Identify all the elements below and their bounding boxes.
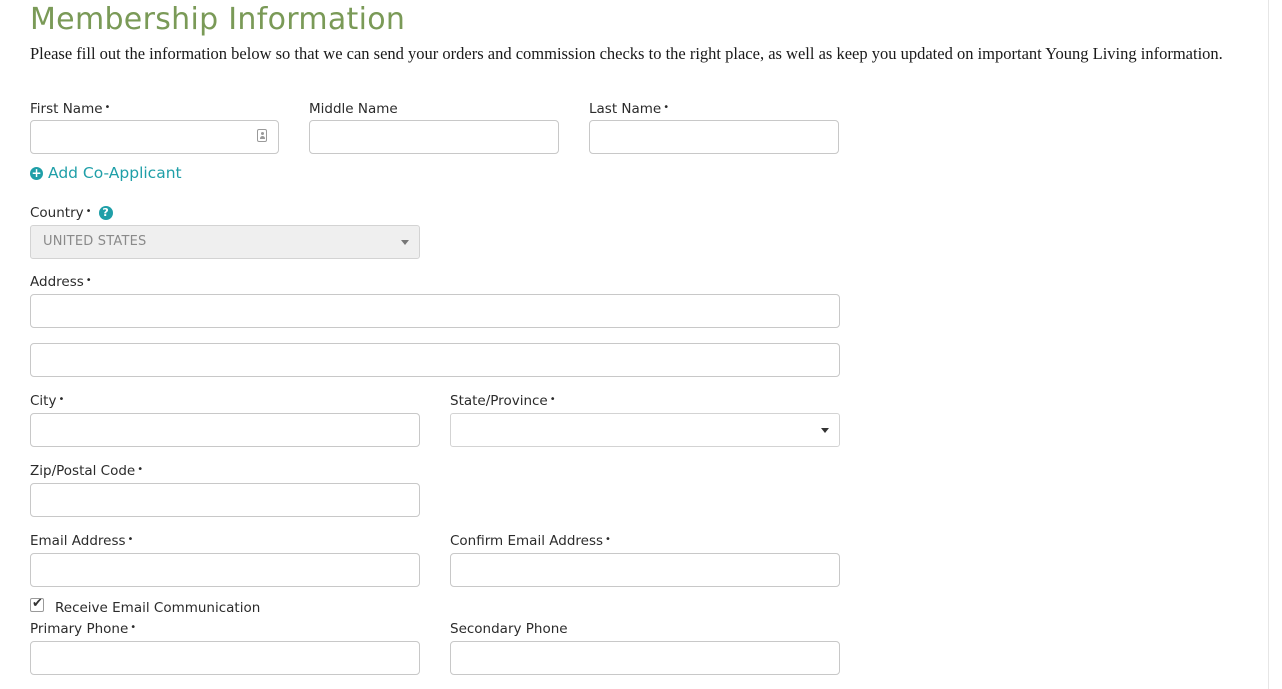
secondary-phone-label: Secondary Phone (450, 621, 568, 637)
last-name-field[interactable] (589, 120, 839, 154)
checkmark-icon: ✔ (32, 596, 43, 611)
plus-circle-icon: + (30, 165, 43, 180)
confirm-email-label: Confirm Email Address • (450, 533, 611, 549)
city-label: City • (30, 393, 65, 409)
contact-card-icon[interactable] (257, 129, 267, 142)
add-co-applicant-link[interactable]: + Add Co-Applicant (30, 164, 182, 182)
address-label: Address • (30, 274, 92, 290)
required-marker: • (549, 394, 556, 405)
middle-name-field[interactable] (309, 120, 559, 154)
confirm-email-field[interactable] (450, 553, 840, 587)
country-select[interactable]: UNITED STATES (30, 225, 420, 259)
page-title: Membership Information (30, 2, 406, 37)
city-field[interactable] (30, 413, 420, 447)
receive-email-label[interactable]: Receive Email Communication (55, 600, 260, 616)
required-marker: • (104, 102, 111, 113)
receive-email-checkbox[interactable]: ✔ (30, 596, 44, 612)
address-line2-field[interactable] (30, 343, 840, 377)
email-field[interactable] (30, 553, 420, 587)
add-co-applicant-label: Add Co-Applicant (48, 164, 182, 182)
zip-field[interactable] (30, 483, 420, 517)
required-marker: • (130, 622, 137, 633)
country-select-value: UNITED STATES (43, 234, 147, 249)
chevron-down-icon (821, 428, 829, 433)
required-marker: • (85, 275, 92, 286)
country-label: Country •? (30, 205, 113, 221)
intro-text: Please fill out the information below so… (30, 44, 1223, 63)
question-circle-icon[interactable]: ? (98, 206, 113, 220)
middle-name-label: Middle Name (309, 101, 398, 117)
primary-phone-label: Primary Phone • (30, 621, 137, 637)
last-name-label: Last Name • (589, 101, 670, 117)
email-label: Email Address • (30, 533, 134, 549)
secondary-phone-field[interactable] (450, 641, 840, 675)
scrollbar-track[interactable] (1268, 0, 1282, 689)
required-marker: • (663, 102, 670, 113)
address-line1-field[interactable] (30, 294, 840, 328)
required-marker: • (127, 534, 134, 545)
required-marker: • (137, 464, 144, 475)
chevron-down-icon (401, 240, 409, 245)
first-name-field[interactable] (30, 120, 279, 154)
required-marker: • (605, 534, 611, 545)
zip-label: Zip/Postal Code • (30, 463, 144, 479)
first-name-label: First Name • (30, 101, 111, 117)
state-province-label: State/Province • (450, 393, 556, 409)
state-province-select[interactable] (450, 413, 840, 447)
required-marker: • (85, 206, 92, 217)
required-marker: • (58, 394, 65, 405)
primary-phone-field[interactable] (30, 641, 420, 675)
